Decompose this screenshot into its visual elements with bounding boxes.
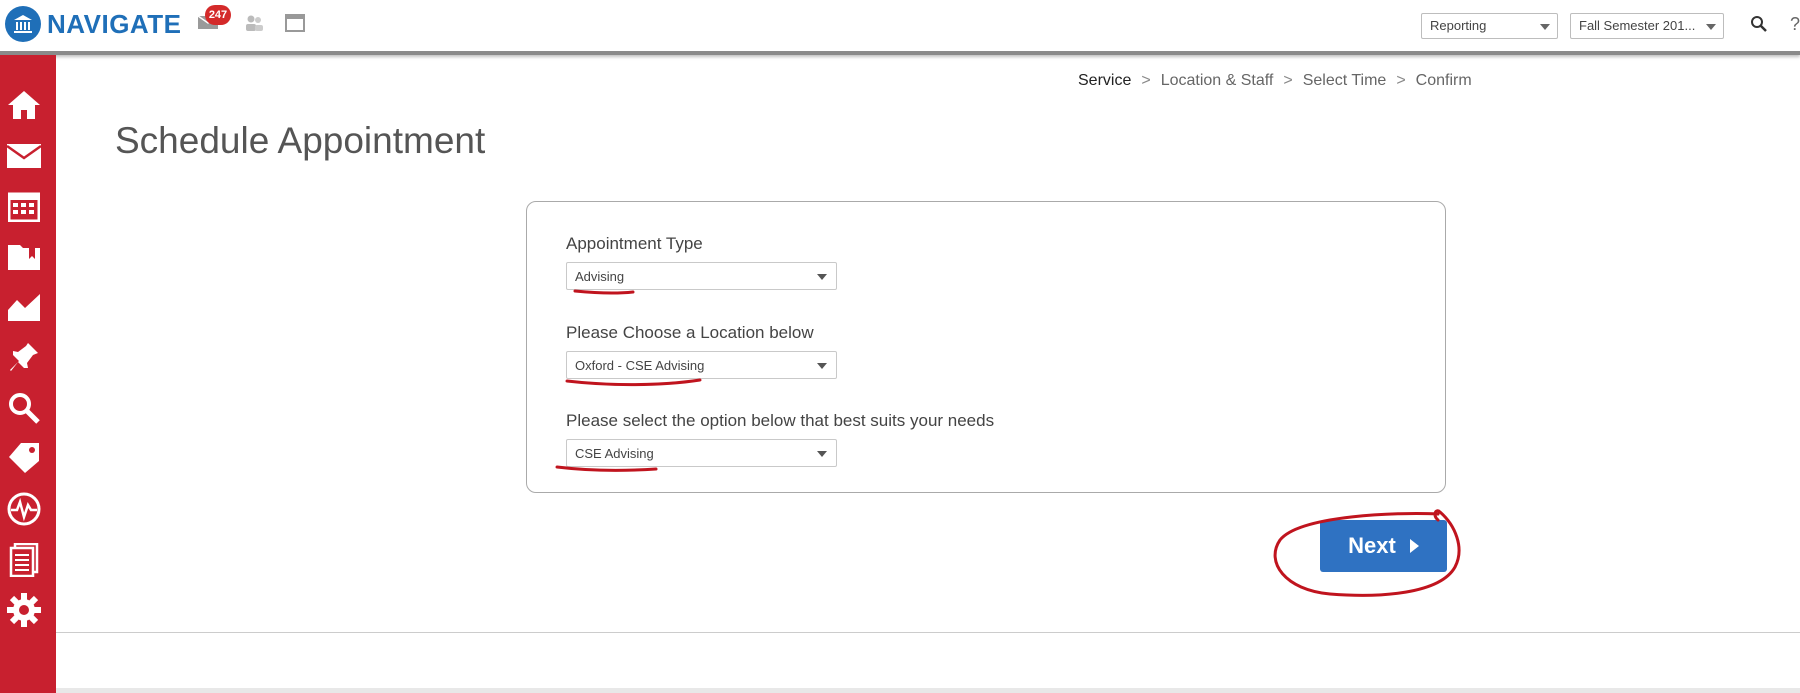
breadcrumb-separator: >: [1396, 72, 1406, 89]
chevron-down-icon: [817, 363, 827, 369]
search-icon[interactable]: [1750, 15, 1768, 38]
breadcrumb-step-confirm: Confirm: [1415, 72, 1472, 89]
app-logo[interactable]: NAVIGATE: [5, 6, 181, 42]
help-icon[interactable]: ?: [1790, 14, 1800, 35]
app-name: NAVIGATE: [47, 8, 182, 39]
appointment-form-card: Appointment Type Advising Please Choose …: [526, 201, 1446, 493]
reports-icon[interactable]: [4, 540, 44, 580]
service-option-label: Please select the option below that best…: [566, 411, 995, 430]
reporting-select[interactable]: Reporting: [1421, 13, 1558, 39]
next-button[interactable]: Next: [1320, 520, 1447, 572]
breadcrumb: Service > Location & Staff > Select Time…: [1078, 72, 1472, 90]
caret-right-icon: [1409, 539, 1419, 553]
location-label: Please Choose a Location below: [566, 323, 814, 342]
breadcrumb-step-service: Service: [1078, 72, 1132, 89]
term-select-value: Fall Semester 201...: [1579, 18, 1696, 33]
folder-icon[interactable]: [4, 236, 44, 276]
people-icon[interactable]: [244, 14, 264, 37]
chart-icon[interactable]: [4, 287, 44, 327]
reporting-select-value: Reporting: [1430, 18, 1487, 33]
calendar-icon[interactable]: [4, 186, 44, 226]
activity-icon[interactable]: [4, 489, 44, 529]
tag-icon[interactable]: [4, 438, 44, 478]
mail-icon[interactable]: [4, 136, 44, 176]
top-bar: NAVIGATE 247 Reporting Fall Semester 201…: [0, 0, 1800, 55]
footer-divider: [56, 632, 1800, 633]
chevron-down-icon: [1706, 24, 1716, 30]
appointment-type-label: Appointment Type: [566, 234, 703, 253]
chevron-down-icon: [817, 274, 827, 280]
notification-badge: 247: [205, 5, 231, 25]
pin-icon[interactable]: [4, 337, 44, 377]
location-value: Oxford - CSE Advising: [575, 358, 705, 373]
page-title: Schedule Appointment: [115, 120, 486, 161]
sidebar-nav: [0, 55, 56, 693]
breadcrumb-separator: >: [1141, 72, 1151, 89]
gear-icon[interactable]: [4, 590, 44, 630]
appointment-type-select[interactable]: Advising: [566, 262, 837, 290]
breadcrumb-step-select-time: Select Time: [1302, 72, 1387, 89]
appointment-type-value: Advising: [575, 269, 625, 284]
home-icon[interactable]: [4, 85, 44, 125]
window-icon[interactable]: [285, 14, 305, 37]
service-option-select[interactable]: CSE Advising: [566, 439, 837, 467]
breadcrumb-step-location-staff: Location & Staff: [1160, 72, 1274, 89]
breadcrumb-separator: >: [1283, 72, 1293, 89]
logo-icon: [5, 6, 41, 42]
service-option-value: CSE Advising: [575, 446, 654, 461]
chevron-down-icon: [1540, 24, 1550, 30]
footer-strip: [56, 688, 1800, 693]
location-select[interactable]: Oxford - CSE Advising: [566, 351, 837, 379]
chevron-down-icon: [817, 451, 827, 457]
search-icon[interactable]: [4, 388, 44, 428]
next-button-label: Next: [1348, 533, 1396, 558]
term-select[interactable]: Fall Semester 201...: [1570, 13, 1724, 39]
